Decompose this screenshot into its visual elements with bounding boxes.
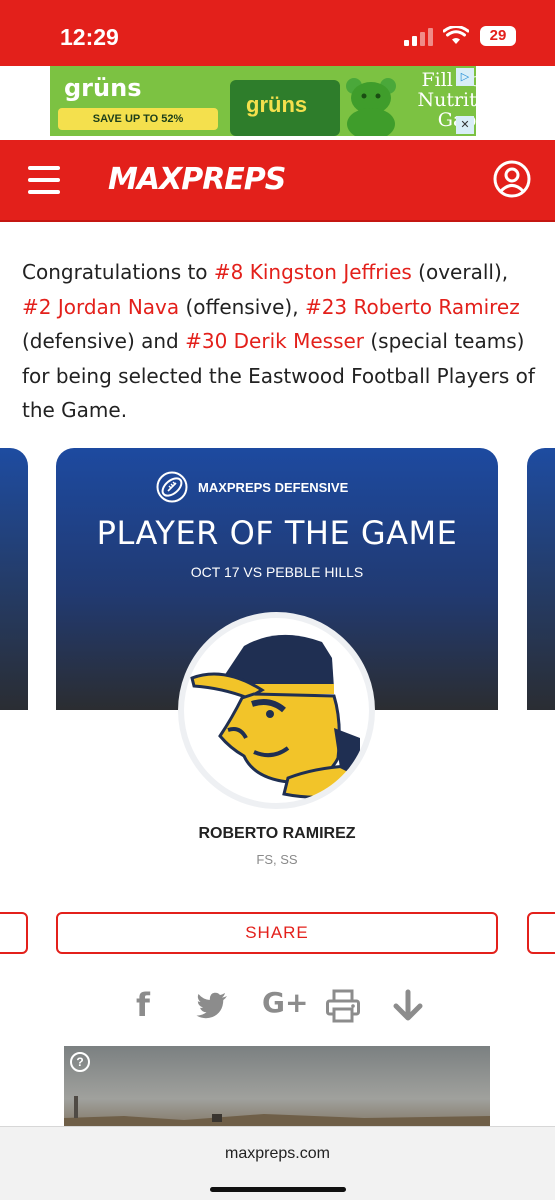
ad-bag-text: grüns	[246, 92, 308, 117]
status-time: 12:29	[60, 24, 119, 50]
article-paragraph: Congratulations to #8 Kingston Jeffries …	[22, 255, 537, 428]
player-name: ROBERTO RAMIREZ	[198, 825, 356, 842]
player-link-kingston-jeffries[interactable]: #8 Kingston Jeffries	[214, 260, 412, 284]
gummy-bear-image	[346, 78, 396, 136]
ad-banner-container: grüns SAVE UP TO 52% grüns Fill Your Nut…	[0, 66, 555, 140]
player-link-roberto-ramirez[interactable]: #23 Roberto Ramirez	[305, 295, 520, 319]
mascot-logo-image	[190, 634, 365, 799]
card-title: PLAYER OF THE GAME	[96, 514, 458, 552]
url-text[interactable]: maxpreps.com	[0, 1145, 555, 1163]
top-navbar: MAXPREPS	[0, 140, 555, 222]
prev-share-button-peek[interactable]	[0, 912, 28, 954]
card-subtitle: OCT 17 VS PEBBLE HILLS	[190, 564, 364, 580]
article-text: (defensive) and	[22, 329, 186, 353]
browser-url-bar[interactable]: maxpreps.com	[0, 1126, 555, 1200]
player-link-derik-messer[interactable]: #30 Derik Messer	[185, 329, 364, 353]
video-ad[interactable]: ?	[64, 1046, 490, 1134]
maxpreps-logo[interactable]: MAXPREPS	[108, 162, 286, 197]
ad-banner[interactable]: grüns SAVE UP TO 52% grüns Fill Your Nut…	[50, 66, 476, 136]
ad-product-image: grüns	[230, 80, 340, 136]
google-plus-icon[interactable]: G+	[262, 986, 308, 1026]
next-card-peek[interactable]	[527, 448, 555, 710]
article-text: Congratulations to	[22, 260, 214, 284]
card-tag: MAXPREPS DEFENSIVE	[198, 480, 349, 495]
cellular-signal-icon	[404, 28, 433, 46]
download-icon[interactable]	[392, 986, 424, 1026]
wifi-icon	[443, 26, 469, 44]
user-account-icon[interactable]	[493, 160, 531, 198]
status-bar: 12:29 29	[0, 0, 555, 66]
ad-save-badge: SAVE UP TO 52%	[58, 108, 218, 130]
article-text: (overall),	[411, 260, 509, 284]
video-help-icon[interactable]: ?	[70, 1052, 90, 1072]
player-avatar	[178, 612, 375, 809]
battery-indicator: 29	[480, 26, 516, 46]
ad-close-icon[interactable]: ✕	[456, 116, 474, 134]
home-indicator[interactable]	[210, 1187, 346, 1192]
ad-brand: grüns	[64, 74, 142, 102]
share-button[interactable]: SHARE	[56, 912, 498, 954]
next-share-button-peek[interactable]	[527, 912, 555, 954]
article-text: (offensive),	[179, 294, 305, 319]
prev-card-peek[interactable]	[0, 448, 28, 710]
hamburger-menu-icon[interactable]	[28, 166, 60, 194]
player-positions: FS, SS	[256, 852, 298, 867]
football-icon	[156, 471, 188, 503]
ad-info-icon[interactable]: ▷	[456, 68, 474, 86]
twitter-icon[interactable]	[196, 986, 228, 1026]
print-icon[interactable]	[326, 986, 360, 1026]
player-link-jordan-nava[interactable]: #2 Jordan Nava	[22, 295, 179, 319]
facebook-icon[interactable]: f	[136, 986, 150, 1026]
